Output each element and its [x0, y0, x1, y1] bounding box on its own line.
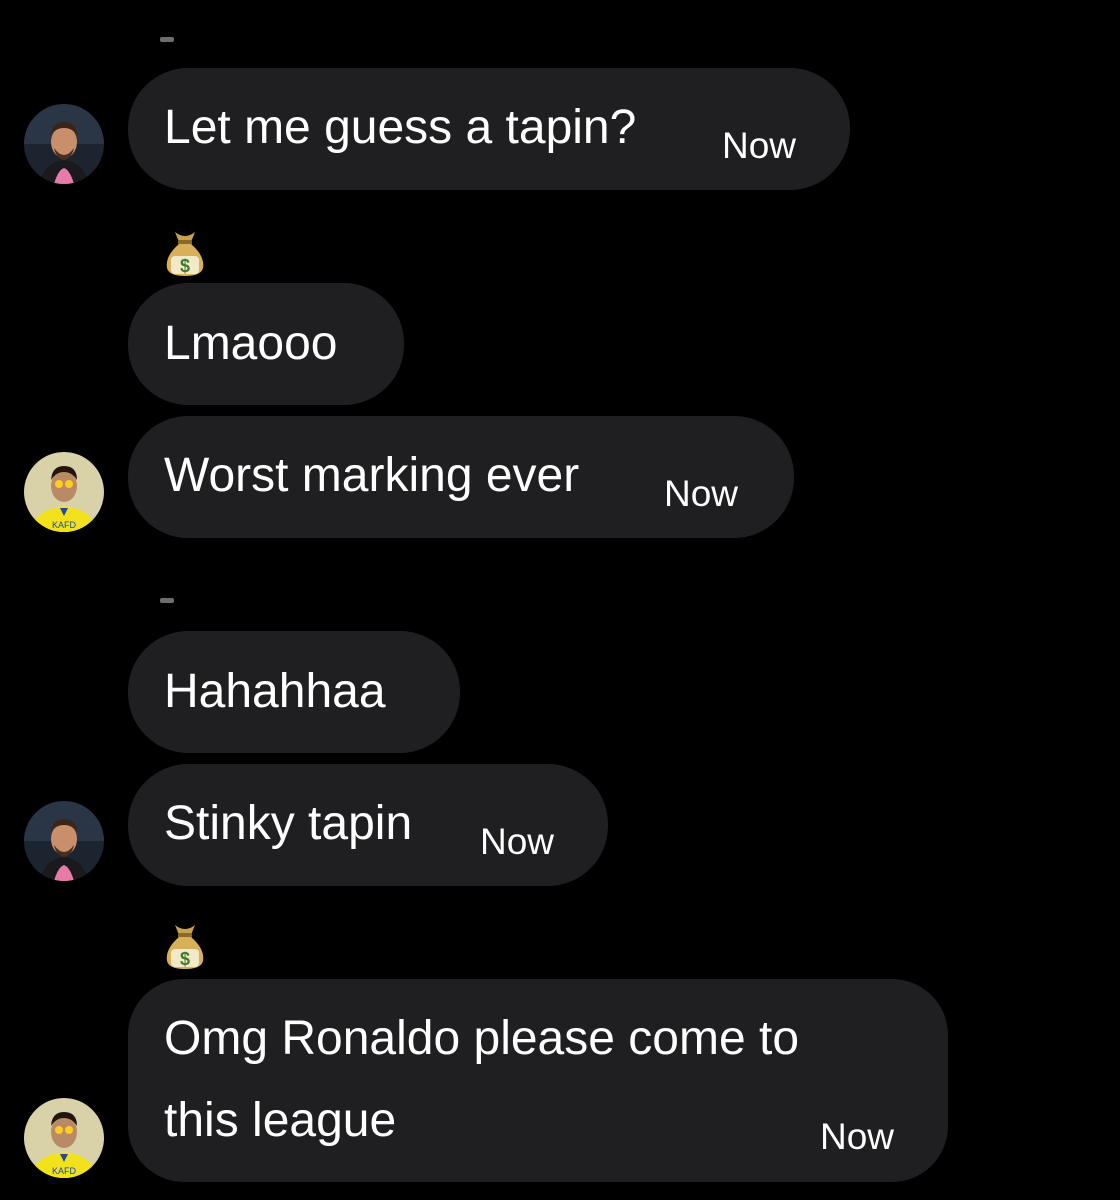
message-bubble[interactable]: Worst marking ever Now — [128, 416, 794, 538]
ronaldo-avatar-image: KAFD — [24, 452, 104, 532]
messi-avatar[interactable] — [24, 801, 104, 881]
ronaldo-avatar[interactable]: KAFD — [24, 1098, 104, 1178]
svg-text:$: $ — [180, 256, 190, 276]
message-bubble[interactable]: Hahahhaa — [128, 631, 460, 753]
message-bubble[interactable]: Let me guess a tapin? Now — [128, 68, 850, 190]
message-bubble[interactable]: Omg Ronaldo please come to this league N… — [128, 979, 948, 1182]
svg-text:KAFD: KAFD — [52, 520, 77, 530]
message-text: Hahahhaa — [164, 665, 386, 718]
money-bag-icon[interactable]: $ — [160, 226, 210, 278]
message-text: Stinky tapin — [164, 797, 413, 850]
message-text-line-2: this league — [164, 1094, 397, 1147]
ronaldo-avatar-image: KAFD — [24, 1098, 104, 1178]
message-timestamp: Now — [664, 473, 739, 514]
message-text: Worst marking ever — [164, 449, 580, 502]
ronaldo-avatar[interactable]: KAFD — [24, 452, 104, 532]
messi-avatar[interactable] — [24, 104, 104, 184]
message-text-line-1: Omg Ronaldo please come to — [164, 1012, 800, 1065]
message-text: Lmaooo — [164, 317, 338, 370]
group-separator — [160, 37, 174, 42]
message-timestamp: Now — [480, 821, 555, 862]
money-bag-icon[interactable]: $ — [160, 919, 210, 971]
group-separator — [160, 598, 174, 603]
message-timestamp: Now — [722, 125, 797, 166]
svg-text:$: $ — [180, 949, 190, 969]
message-timestamp: Now — [820, 1116, 895, 1157]
message-text: Let me guess a tapin? — [164, 101, 637, 154]
message-bubble[interactable]: Lmaooo — [128, 283, 404, 405]
messi-avatar-image — [24, 104, 104, 184]
message-bubble[interactable]: Stinky tapin Now — [128, 764, 608, 886]
svg-text:KAFD: KAFD — [52, 1166, 77, 1176]
messi-avatar-image — [24, 801, 104, 881]
